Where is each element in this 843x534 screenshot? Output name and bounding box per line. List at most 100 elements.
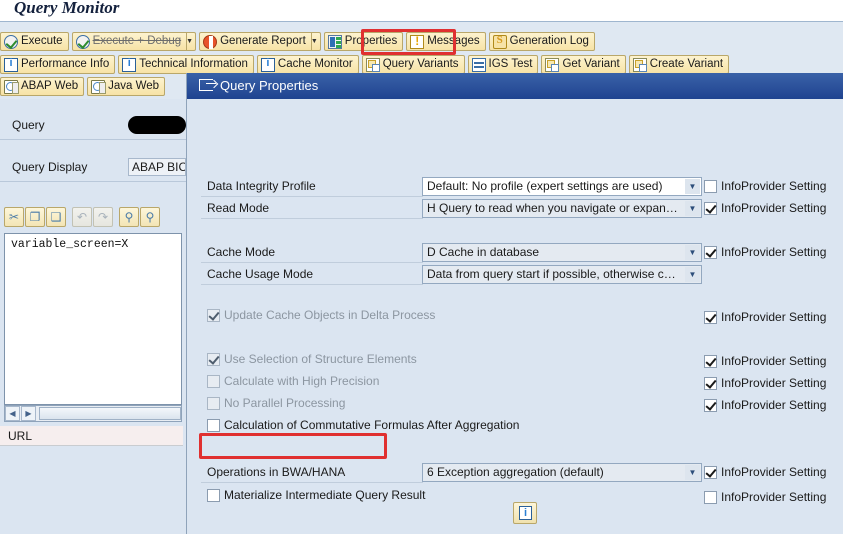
editor-textarea[interactable]: variable_screen=X [4,233,182,405]
toolbar-button-generate-report[interactable]: Generate Report [199,32,312,51]
query-display-row-divider [0,181,186,182]
field-select-1[interactable]: H Query to read when you navigate or exp… [422,199,702,218]
dialog-body: Data Integrity Profile Default: No profil… [187,99,843,534]
toolbar-button-label: Generation Log [509,35,589,47]
infoprovider-checkbox-field-2[interactable] [704,246,717,259]
redo-button[interactable]: ↷ [93,207,113,227]
query-input[interactable] [128,116,186,134]
query-row: Query [0,113,186,139]
infoprovider-checkbox-field-0[interactable] [704,180,717,193]
field-select-value: H Query to read when you navigate or exp… [427,201,678,215]
checkbox-3[interactable] [207,397,220,410]
materialize-checkbox[interactable] [207,489,220,502]
query-display-row: Query Display ABAP BIC [0,155,186,181]
materialize-label: Materialize Intermediate Query Result [224,488,426,502]
toolbar-button-get-variant[interactable]: Get Variant [541,55,626,74]
query-display-label: Query Display [12,160,88,174]
infoprovider-checkbox-checkbox-1[interactable] [704,355,717,368]
left-panel: Query Query Display ABAP BIC ✂ ❐ ❑ ↶ ↷ ⚲ ⚲ var… [0,99,186,534]
field-row-divider [201,284,423,285]
field-select-value: Default: No profile (expert settings are… [427,179,663,193]
info-icon [260,57,275,72]
toolbar-row-tertiary: ABAP Web Java Web [0,77,168,98]
generation-log-icon [492,34,507,49]
field-select-3[interactable]: Data from query start if possible, other… [422,265,702,284]
editor-toolbar: ✂ ❐ ❑ ↶ ↷ ⚲ ⚲ [4,207,161,227]
query-label: Query [12,118,45,132]
infoprovider-checkbox-checkbox-3[interactable] [704,399,717,412]
info-icon: i [519,506,532,520]
chevron-down-icon[interactable]: ▼ [685,245,700,260]
toolbar-button-performance-info[interactable]: Performance Info [0,55,116,74]
igs-icon [471,57,486,72]
toolbar-button-java-web[interactable]: Java Web [87,77,166,96]
field-select-value: D Cache in database [427,245,540,259]
copy-button[interactable]: ❐ [25,207,45,227]
checkbox-1[interactable] [207,353,220,366]
infoprovider-checkbox-materialize[interactable] [704,491,717,504]
field-select-2[interactable]: D Cache in database ▼ [422,243,702,262]
toolbar-button-messages[interactable]: Messages [406,32,486,51]
toolbar-button-igs-test[interactable]: IGS Test [467,55,539,74]
field-label-2: Cache Mode [207,245,276,259]
infoprovider-checkbox-bwa[interactable] [704,466,717,479]
toolbar-button-execute-debug[interactable]: Execute + Debug [71,32,188,51]
bwa-label: Operations in BWA/HANA [207,465,346,479]
query-monitor-window: Query Monitor Execute Execute + Debug ▼ Gen… [0,0,843,534]
field-select-0[interactable]: Default: No profile (expert settings are… [422,177,702,196]
checkbox-label-3: No Parallel Processing [224,396,346,410]
toolbar-button-label: Create Variant [649,58,724,70]
chevron-down-icon[interactable]: ▼ [685,267,700,282]
toolbar-button-abap-web[interactable]: ABAP Web [0,77,85,96]
toolbar-button-execute[interactable]: Execute [0,32,69,51]
checkbox-2[interactable] [207,375,220,388]
infoprovider-label-materialize: InfoProvider Setting [721,490,827,504]
scroll-right-icon[interactable]: ▶ [21,406,36,421]
editor-text: variable_screen=X [11,238,129,251]
toolbar-button-create-variant[interactable]: Create Variant [628,55,730,74]
infoprovider-checkbox-checkbox-2[interactable] [704,377,717,390]
find-next-icon: ⚲ [145,210,155,224]
find-next-button[interactable]: ⚲ [140,207,160,227]
chevron-down-icon[interactable]: ▼ [685,465,700,480]
infoprovider-checkbox-field-1[interactable] [704,202,717,215]
checkbox-0[interactable] [207,309,220,322]
find-icon: ⚲ [124,210,134,224]
window-titlebar: Query Monitor [0,0,843,22]
toolbar-button-label: Technical Information [139,58,248,70]
find-button[interactable]: ⚲ [119,207,139,227]
properties-icon [327,34,342,49]
checkbox-4[interactable] [207,419,220,432]
toolbar-button-generation-log[interactable]: Generation Log [488,32,595,51]
paste-button[interactable]: ❑ [46,207,66,227]
page-title: Query Monitor [14,0,120,17]
scrollbar-thumb[interactable] [39,407,181,420]
toolbar-button-label: Get Variant [562,58,620,70]
info-button[interactable]: i [513,502,537,524]
toolbar-button-properties[interactable]: Properties [323,32,404,51]
undo-button[interactable]: ↶ [72,207,92,227]
checkbox-label-1: Use Selection of Structure Elements [224,352,417,366]
scroll-left-icon[interactable]: ◀ [5,406,20,421]
toolbar-button-label: Performance Info [21,58,110,70]
cut-button[interactable]: ✂ [4,207,24,227]
info-icon [4,57,18,72]
query-display-input[interactable]: ABAP BIC [128,158,186,176]
generate-report-icon [203,34,218,49]
editor-horizontal-scrollbar[interactable]: ◀ ▶ [4,405,182,422]
checkbox-label-0: Update Cache Objects in Delta Process [224,308,436,322]
infoprovider-label-bwa: InfoProvider Setting [721,465,827,479]
chevron-down-icon[interactable]: ▼ [685,179,700,194]
toolbar-button-technical-information[interactable]: Technical Information [118,55,254,74]
chevron-down-icon[interactable]: ▼ [685,201,700,216]
toolbar-button-label: Properties [344,35,398,47]
toolbar-button-cache-monitor[interactable]: Cache Monitor [256,55,359,74]
infoprovider-label-checkbox-1: InfoProvider Setting [721,354,827,368]
infoprovider-checkbox-checkbox-0[interactable] [704,311,717,324]
toolbar-button-label: Messages [427,35,480,47]
field-label-0: Data Integrity Profile [207,179,316,193]
toolbar-button-query-variants[interactable]: Query Variants [361,55,465,74]
dialog-title: Query Properties [220,78,319,93]
bwa-select[interactable]: 6 Exception aggregation (default) ▼ [422,463,702,482]
bwa-select-value: 6 Exception aggregation (default) [427,465,604,479]
